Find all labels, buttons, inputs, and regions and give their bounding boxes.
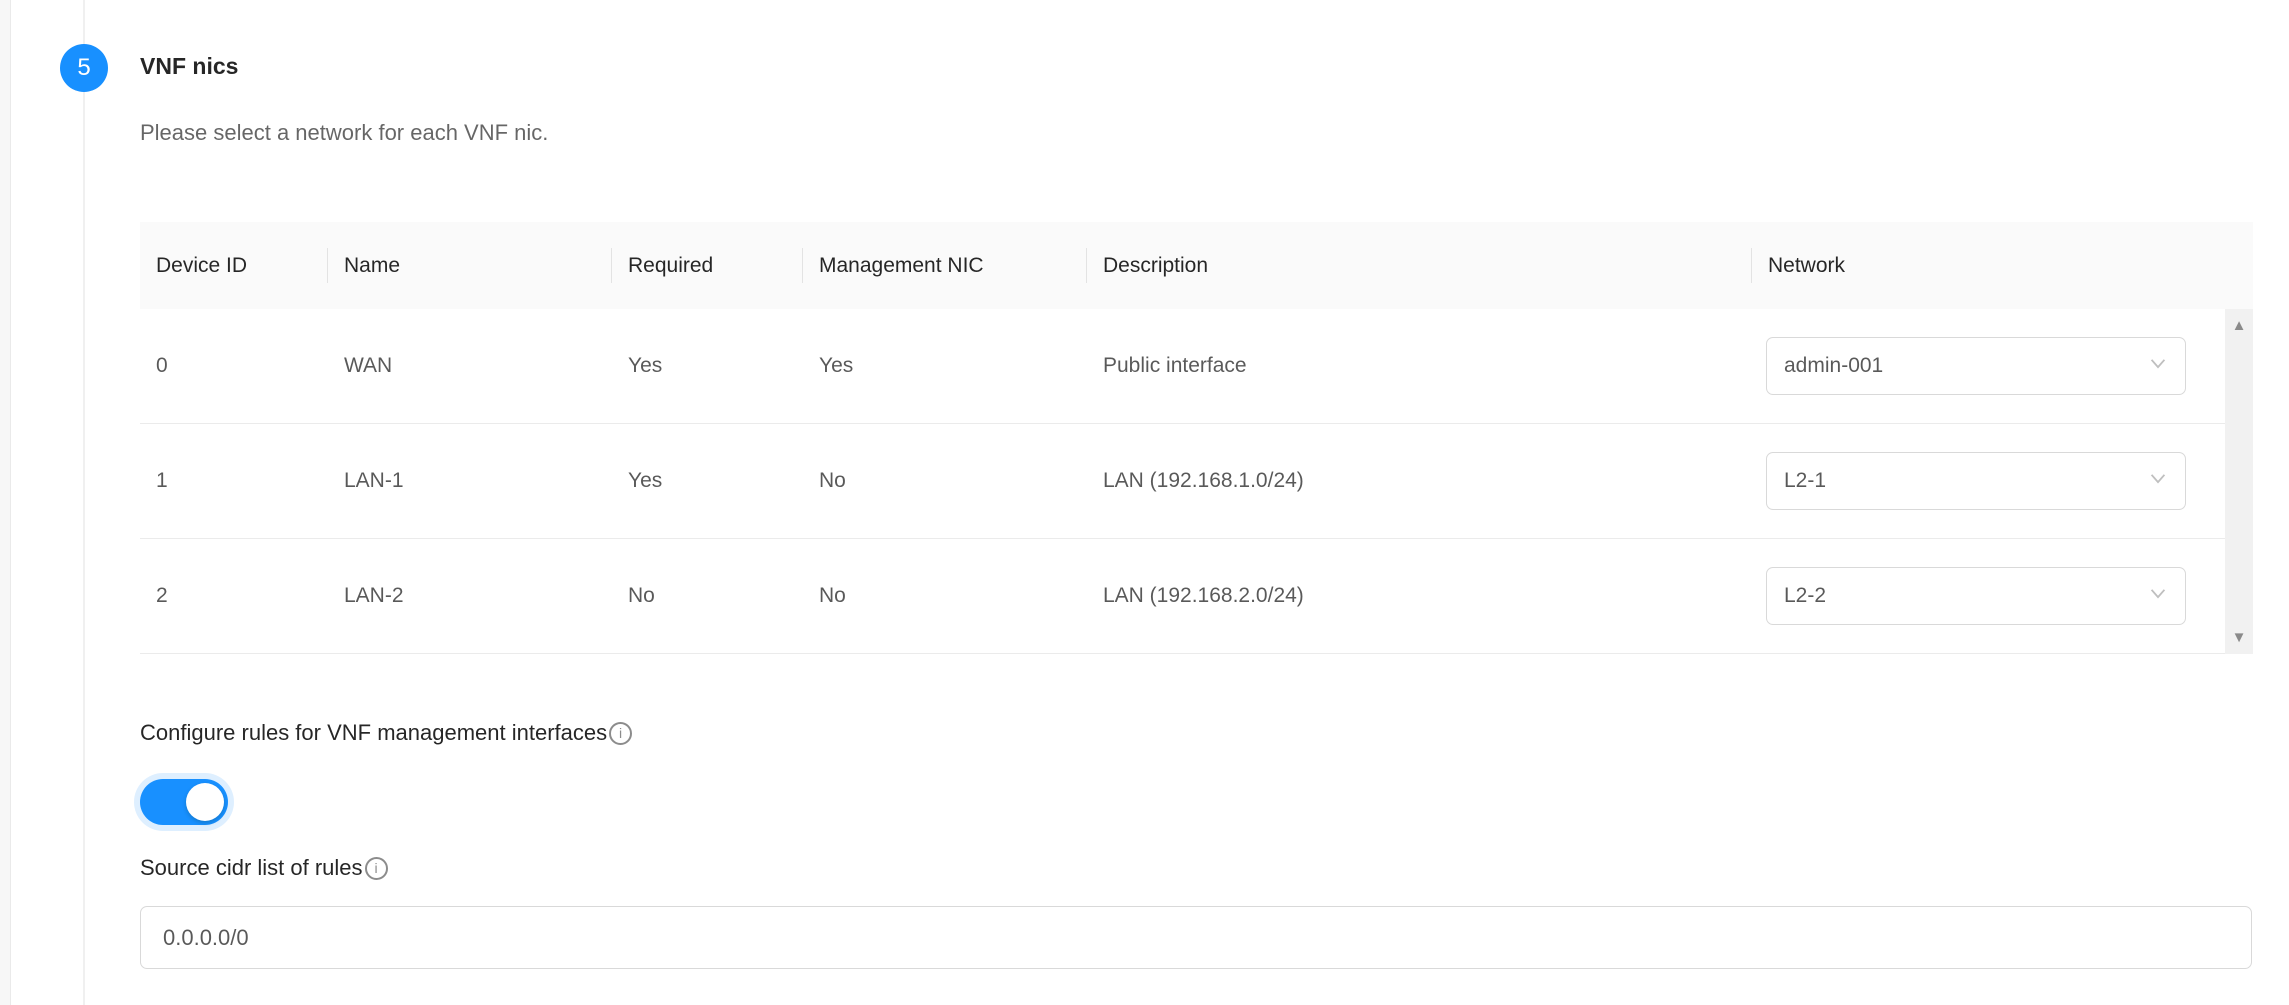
info-icon[interactable]: i bbox=[609, 722, 632, 745]
management-rules-toggle[interactable] bbox=[140, 779, 228, 825]
cell-network: L2-2 bbox=[1752, 567, 2253, 625]
chevron-down-icon bbox=[2147, 352, 2169, 380]
cell-device-id: 1 bbox=[140, 469, 328, 493]
cell-device-id: 0 bbox=[140, 354, 328, 378]
cell-device-id: 2 bbox=[140, 584, 328, 608]
step-indicator: 5 bbox=[60, 44, 108, 92]
scroll-down-button[interactable]: ▼ bbox=[2232, 621, 2247, 654]
cell-name: LAN-2 bbox=[328, 584, 612, 608]
table-scrollbar[interactable]: ▲ ▼ bbox=[2225, 309, 2253, 654]
column-header-name: Name bbox=[328, 222, 612, 309]
cell-network: admin-001 bbox=[1752, 337, 2253, 395]
column-header-description: Description bbox=[1087, 222, 1752, 309]
cell-required: Yes bbox=[612, 469, 803, 493]
column-header-required: Required bbox=[612, 222, 803, 309]
chevron-down-icon bbox=[2147, 582, 2169, 610]
cell-description: LAN (192.168.2.0/24) bbox=[1087, 584, 1752, 608]
scroll-up-button[interactable]: ▲ bbox=[2232, 309, 2247, 342]
info-icon[interactable]: i bbox=[365, 857, 388, 880]
toggle-knob bbox=[186, 783, 224, 821]
step-title: VNF nics bbox=[140, 53, 2253, 80]
network-select-row-0[interactable]: admin-001 bbox=[1766, 337, 2186, 395]
source-cidr-input[interactable] bbox=[140, 906, 2252, 969]
cell-management-nic: Yes bbox=[803, 354, 1087, 378]
source-cidr-label-row: Source cidr list of rulesi bbox=[140, 855, 2253, 881]
cell-name: WAN bbox=[328, 354, 612, 378]
table-row: 2 LAN-2 No No LAN (192.168.2.0/24) L2-2 bbox=[140, 539, 2253, 654]
vnf-nics-table: Device ID Name Required Management NIC D… bbox=[140, 222, 2253, 654]
cell-required: No bbox=[612, 584, 803, 608]
table-row: 1 LAN-1 Yes No LAN (192.168.1.0/24) L2-1 bbox=[140, 424, 2253, 539]
cell-management-nic: No bbox=[803, 584, 1087, 608]
table-row: 0 WAN Yes Yes Public interface admin-001 bbox=[140, 309, 2253, 424]
column-header-network: Network bbox=[1752, 222, 2253, 309]
network-select-value: admin-001 bbox=[1784, 354, 1883, 378]
cell-network: L2-1 bbox=[1752, 452, 2253, 510]
column-header-management-nic: Management NIC bbox=[803, 222, 1087, 309]
step-content: VNF nics Please select a network for eac… bbox=[140, 0, 2253, 969]
table-header-row: Device ID Name Required Management NIC D… bbox=[140, 222, 2253, 309]
network-select-value: L2-1 bbox=[1784, 469, 1826, 493]
cell-name: LAN-1 bbox=[328, 469, 612, 493]
configure-rules-label-row: Configure rules for VNF management inter… bbox=[140, 720, 2253, 746]
configure-rules-label: Configure rules for VNF management inter… bbox=[140, 720, 607, 746]
chevron-down-icon bbox=[2147, 467, 2169, 495]
column-header-device-id: Device ID bbox=[140, 222, 328, 309]
cell-required: Yes bbox=[612, 354, 803, 378]
table-body: 0 WAN Yes Yes Public interface admin-001… bbox=[140, 309, 2253, 654]
cell-description: Public interface bbox=[1087, 354, 1752, 378]
panel-left-edge bbox=[0, 0, 11, 1005]
step-number: 5 bbox=[77, 54, 90, 82]
network-select-row-1[interactable]: L2-1 bbox=[1766, 452, 2186, 510]
step-description: Please select a network for each VNF nic… bbox=[140, 120, 2253, 146]
cell-description: LAN (192.168.1.0/24) bbox=[1087, 469, 1752, 493]
source-cidr-label: Source cidr list of rules bbox=[140, 855, 363, 881]
cell-management-nic: No bbox=[803, 469, 1087, 493]
network-select-row-2[interactable]: L2-2 bbox=[1766, 567, 2186, 625]
network-select-value: L2-2 bbox=[1784, 584, 1826, 608]
step-tail-line bbox=[83, 0, 85, 1005]
